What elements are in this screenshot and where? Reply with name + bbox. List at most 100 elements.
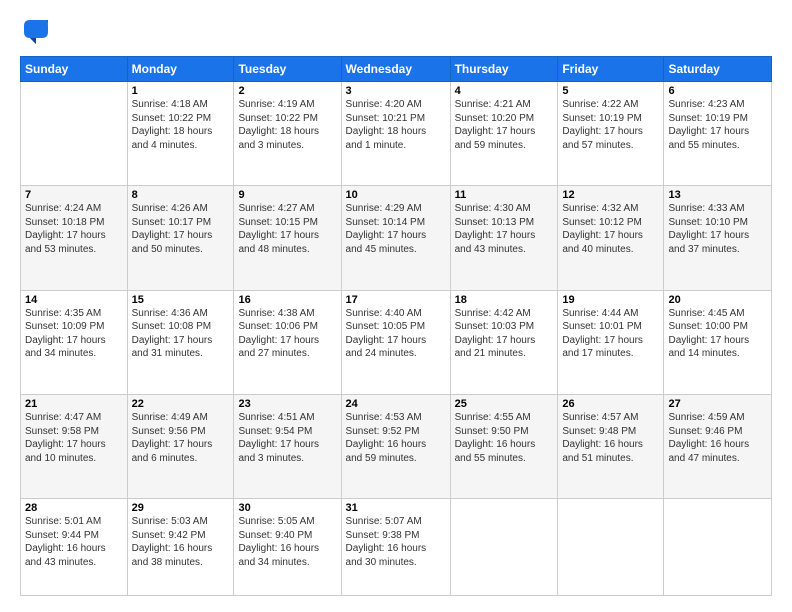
day-info: Sunrise: 4:20 AMSunset: 10:21 PMDaylight… — [346, 98, 446, 152]
calendar-cell: 23Sunrise: 4:51 AMSunset: 9:54 PMDayligh… — [234, 395, 341, 499]
calendar-cell: 6Sunrise: 4:23 AMSunset: 10:19 PMDayligh… — [664, 82, 772, 186]
day-number: 18 — [455, 294, 554, 306]
day-info: Sunrise: 4:27 AMSunset: 10:15 PMDaylight… — [238, 202, 336, 256]
calendar-header-row: SundayMondayTuesdayWednesdayThursdayFrid… — [21, 57, 772, 82]
calendar-cell: 21Sunrise: 4:47 AMSunset: 9:58 PMDayligh… — [21, 395, 128, 499]
day-number: 7 — [25, 189, 123, 201]
day-info: Sunrise: 4:18 AMSunset: 10:22 PMDaylight… — [132, 98, 230, 152]
calendar-cell: 13Sunrise: 4:33 AMSunset: 10:10 PMDaylig… — [664, 186, 772, 290]
calendar-table: SundayMondayTuesdayWednesdayThursdayFrid… — [20, 56, 772, 596]
day-number: 3 — [346, 85, 446, 97]
calendar-cell: 2Sunrise: 4:19 AMSunset: 10:22 PMDayligh… — [234, 82, 341, 186]
logo — [20, 16, 54, 46]
calendar-cell: 31Sunrise: 5:07 AMSunset: 9:38 PMDayligh… — [341, 499, 450, 596]
calendar-cell: 14Sunrise: 4:35 AMSunset: 10:09 PMDaylig… — [21, 290, 128, 394]
day-info: Sunrise: 4:23 AMSunset: 10:19 PMDaylight… — [668, 98, 767, 152]
day-info: Sunrise: 4:21 AMSunset: 10:20 PMDaylight… — [455, 98, 554, 152]
day-info: Sunrise: 5:05 AMSunset: 9:40 PMDaylight:… — [238, 515, 336, 569]
day-number: 12 — [562, 189, 659, 201]
column-header-saturday: Saturday — [664, 57, 772, 82]
day-info: Sunrise: 4:30 AMSunset: 10:13 PMDaylight… — [455, 202, 554, 256]
day-number: 24 — [346, 398, 446, 410]
day-info: Sunrise: 4:51 AMSunset: 9:54 PMDaylight:… — [238, 411, 336, 465]
calendar-cell: 15Sunrise: 4:36 AMSunset: 10:08 PMDaylig… — [127, 290, 234, 394]
day-info: Sunrise: 4:55 AMSunset: 9:50 PMDaylight:… — [455, 411, 554, 465]
calendar-cell: 22Sunrise: 4:49 AMSunset: 9:56 PMDayligh… — [127, 395, 234, 499]
calendar-cell: 17Sunrise: 4:40 AMSunset: 10:05 PMDaylig… — [341, 290, 450, 394]
day-info: Sunrise: 5:01 AMSunset: 9:44 PMDaylight:… — [25, 515, 123, 569]
calendar-cell: 12Sunrise: 4:32 AMSunset: 10:12 PMDaylig… — [558, 186, 664, 290]
calendar-cell: 18Sunrise: 4:42 AMSunset: 10:03 PMDaylig… — [450, 290, 558, 394]
calendar-cell: 26Sunrise: 4:57 AMSunset: 9:48 PMDayligh… — [558, 395, 664, 499]
day-number: 11 — [455, 189, 554, 201]
day-number: 8 — [132, 189, 230, 201]
day-info: Sunrise: 4:57 AMSunset: 9:48 PMDaylight:… — [562, 411, 659, 465]
calendar-cell: 24Sunrise: 4:53 AMSunset: 9:52 PMDayligh… — [341, 395, 450, 499]
logo-icon — [20, 16, 50, 46]
calendar-cell: 20Sunrise: 4:45 AMSunset: 10:00 PMDaylig… — [664, 290, 772, 394]
day-info: Sunrise: 4:36 AMSunset: 10:08 PMDaylight… — [132, 307, 230, 361]
day-number: 31 — [346, 502, 446, 514]
day-number: 15 — [132, 294, 230, 306]
day-number: 27 — [668, 398, 767, 410]
calendar-cell: 5Sunrise: 4:22 AMSunset: 10:19 PMDayligh… — [558, 82, 664, 186]
day-number: 5 — [562, 85, 659, 97]
day-info: Sunrise: 4:35 AMSunset: 10:09 PMDaylight… — [25, 307, 123, 361]
calendar-cell: 8Sunrise: 4:26 AMSunset: 10:17 PMDayligh… — [127, 186, 234, 290]
calendar-cell: 4Sunrise: 4:21 AMSunset: 10:20 PMDayligh… — [450, 82, 558, 186]
day-number: 29 — [132, 502, 230, 514]
day-number: 10 — [346, 189, 446, 201]
calendar-cell: 3Sunrise: 4:20 AMSunset: 10:21 PMDayligh… — [341, 82, 450, 186]
day-info: Sunrise: 5:03 AMSunset: 9:42 PMDaylight:… — [132, 515, 230, 569]
day-info: Sunrise: 4:45 AMSunset: 10:00 PMDaylight… — [668, 307, 767, 361]
day-info: Sunrise: 4:38 AMSunset: 10:06 PMDaylight… — [238, 307, 336, 361]
day-info: Sunrise: 5:07 AMSunset: 9:38 PMDaylight:… — [346, 515, 446, 569]
calendar-cell — [664, 499, 772, 596]
day-number: 28 — [25, 502, 123, 514]
column-header-tuesday: Tuesday — [234, 57, 341, 82]
calendar-cell — [558, 499, 664, 596]
day-info: Sunrise: 4:42 AMSunset: 10:03 PMDaylight… — [455, 307, 554, 361]
calendar-cell: 25Sunrise: 4:55 AMSunset: 9:50 PMDayligh… — [450, 395, 558, 499]
day-info: Sunrise: 4:29 AMSunset: 10:14 PMDaylight… — [346, 202, 446, 256]
column-header-friday: Friday — [558, 57, 664, 82]
day-info: Sunrise: 4:32 AMSunset: 10:12 PMDaylight… — [562, 202, 659, 256]
calendar-cell — [450, 499, 558, 596]
calendar-cell — [21, 82, 128, 186]
calendar-cell: 28Sunrise: 5:01 AMSunset: 9:44 PMDayligh… — [21, 499, 128, 596]
day-number: 13 — [668, 189, 767, 201]
header — [20, 16, 772, 46]
day-info: Sunrise: 4:22 AMSunset: 10:19 PMDaylight… — [562, 98, 659, 152]
calendar-cell: 10Sunrise: 4:29 AMSunset: 10:14 PMDaylig… — [341, 186, 450, 290]
day-number: 23 — [238, 398, 336, 410]
day-number: 17 — [346, 294, 446, 306]
day-number: 2 — [238, 85, 336, 97]
calendar-cell: 29Sunrise: 5:03 AMSunset: 9:42 PMDayligh… — [127, 499, 234, 596]
day-info: Sunrise: 4:49 AMSunset: 9:56 PMDaylight:… — [132, 411, 230, 465]
day-info: Sunrise: 4:47 AMSunset: 9:58 PMDaylight:… — [25, 411, 123, 465]
day-number: 16 — [238, 294, 336, 306]
column-header-thursday: Thursday — [450, 57, 558, 82]
calendar-cell: 30Sunrise: 5:05 AMSunset: 9:40 PMDayligh… — [234, 499, 341, 596]
calendar-cell: 1Sunrise: 4:18 AMSunset: 10:22 PMDayligh… — [127, 82, 234, 186]
column-header-sunday: Sunday — [21, 57, 128, 82]
day-number: 19 — [562, 294, 659, 306]
calendar-cell: 16Sunrise: 4:38 AMSunset: 10:06 PMDaylig… — [234, 290, 341, 394]
day-number: 21 — [25, 398, 123, 410]
calendar-cell: 27Sunrise: 4:59 AMSunset: 9:46 PMDayligh… — [664, 395, 772, 499]
day-info: Sunrise: 4:33 AMSunset: 10:10 PMDaylight… — [668, 202, 767, 256]
day-info: Sunrise: 4:53 AMSunset: 9:52 PMDaylight:… — [346, 411, 446, 465]
day-number: 25 — [455, 398, 554, 410]
day-info: Sunrise: 4:24 AMSunset: 10:18 PMDaylight… — [25, 202, 123, 256]
day-number: 30 — [238, 502, 336, 514]
column-header-monday: Monday — [127, 57, 234, 82]
day-number: 4 — [455, 85, 554, 97]
column-header-wednesday: Wednesday — [341, 57, 450, 82]
day-info: Sunrise: 4:44 AMSunset: 10:01 PMDaylight… — [562, 307, 659, 361]
day-info: Sunrise: 4:19 AMSunset: 10:22 PMDaylight… — [238, 98, 336, 152]
day-info: Sunrise: 4:59 AMSunset: 9:46 PMDaylight:… — [668, 411, 767, 465]
calendar-cell: 11Sunrise: 4:30 AMSunset: 10:13 PMDaylig… — [450, 186, 558, 290]
day-info: Sunrise: 4:26 AMSunset: 10:17 PMDaylight… — [132, 202, 230, 256]
calendar-cell: 7Sunrise: 4:24 AMSunset: 10:18 PMDayligh… — [21, 186, 128, 290]
page: SundayMondayTuesdayWednesdayThursdayFrid… — [0, 0, 792, 612]
